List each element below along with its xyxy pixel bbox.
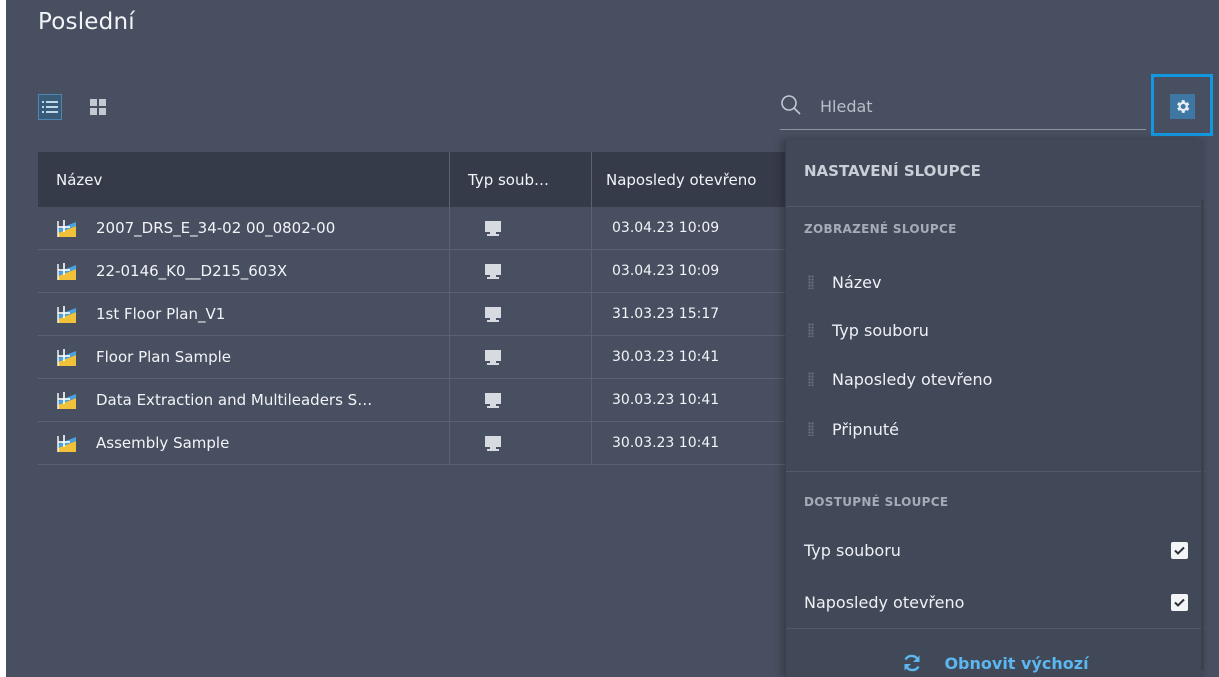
page-title: Poslední (38, 9, 135, 35)
grid-view-button[interactable] (86, 94, 110, 120)
computer-icon (485, 306, 501, 322)
drawing-file-icon (57, 392, 76, 409)
column-checkbox[interactable] (1171, 593, 1188, 611)
drag-handle-icon[interactable] (808, 275, 814, 289)
shown-column-label: Typ souboru (832, 320, 929, 340)
computer-icon (485, 220, 501, 236)
gear-icon (1177, 100, 1190, 113)
grid-view-icon (90, 99, 106, 115)
last-opened-cell: 03.04.23 10:09 (591, 249, 798, 293)
last-opened-cell: 30.03.23 10:41 (591, 378, 798, 422)
table-row[interactable]: Data Extraction and Multileaders S… 30.03… (38, 378, 798, 422)
drag-handle-icon[interactable] (808, 372, 814, 386)
search-input[interactable] (820, 94, 1120, 118)
shown-column-label: Připnuté (832, 419, 899, 439)
file-name[interactable]: Data Extraction and Multileaders S… (96, 391, 372, 409)
shown-column-item[interactable]: Název (808, 270, 881, 294)
refresh-icon (904, 654, 921, 672)
available-columns-label: DOSTUPNÉ SLOUPCE (804, 495, 949, 509)
file-type-cell (449, 292, 591, 336)
file-type-cell (449, 249, 591, 293)
table-row[interactable]: Floor Plan Sample 30.03.23 10:41 (38, 335, 798, 379)
computer-icon (485, 263, 501, 279)
shown-column-item[interactable]: Připnuté (808, 417, 899, 441)
shown-column-label: Název (832, 272, 882, 292)
last-opened-cell: 03.04.23 10:09 (591, 206, 798, 250)
file-name-cell: Floor Plan Sample (38, 336, 449, 379)
available-column-item[interactable]: Typ souboru (804, 537, 1188, 563)
divider (786, 628, 1205, 629)
reset-defaults-button[interactable]: Obnovit výchozí (786, 648, 1205, 677)
file-type-cell (449, 335, 591, 379)
divider (786, 471, 1205, 472)
list-view-button[interactable] (38, 94, 62, 120)
drag-handle-icon[interactable] (808, 422, 814, 436)
drawing-file-icon (57, 435, 76, 452)
drawing-file-icon (57, 263, 76, 280)
drawing-file-icon (57, 220, 76, 237)
column-header-type[interactable]: Typ soub… (449, 152, 591, 207)
table-row[interactable]: 22-0146_K0__D215_603X 03.04.23 10:09 (38, 249, 798, 293)
file-type-cell (449, 421, 591, 465)
file-name-cell: Assembly Sample (38, 422, 449, 465)
column-settings-button[interactable] (1170, 94, 1195, 119)
computer-icon (485, 392, 501, 408)
panel-scrollbar[interactable] (1201, 200, 1204, 670)
column-header-opened[interactable]: Naposledy otevřeno (591, 152, 798, 207)
file-name[interactable]: 2007_DRS_E_34-02 00_0802-00 (96, 219, 335, 237)
last-opened-cell: 30.03.23 10:41 (591, 335, 798, 379)
settings-highlight (1151, 74, 1213, 136)
table-body: 2007_DRS_E_34-02 00_0802-00 03.04.23 10:0… (38, 206, 798, 465)
available-column-item[interactable]: Naposledy otevřeno (804, 589, 1188, 615)
file-name-cell: 1st Floor Plan_V1 (38, 293, 449, 336)
checkmark-icon (1174, 546, 1185, 555)
drag-handle-icon[interactable] (808, 323, 814, 337)
table-header: Název Typ soub… Naposledy otevřeno (38, 152, 798, 207)
table-row[interactable]: 1st Floor Plan_V1 31.03.23 15:17 (38, 292, 798, 336)
column-settings-panel: NASTAVENÍ SLOUPCE ZOBRAZENÉ SLOUPCE Náze… (785, 140, 1205, 677)
file-name[interactable]: Floor Plan Sample (96, 348, 231, 366)
shown-column-item[interactable]: Typ souboru (808, 318, 929, 342)
last-opened-cell: 31.03.23 15:17 (591, 292, 798, 336)
file-name-cell: 2007_DRS_E_34-02 00_0802-00 (38, 207, 449, 250)
computer-icon (485, 435, 501, 451)
file-type-cell (449, 378, 591, 422)
table-row[interactable]: 2007_DRS_E_34-02 00_0802-00 03.04.23 10:0… (38, 206, 798, 250)
drawing-file-icon (57, 349, 76, 366)
divider (786, 206, 1205, 207)
column-checkbox[interactable] (1171, 541, 1188, 559)
column-header-name[interactable]: Název (38, 152, 449, 207)
panel-title: NASTAVENÍ SLOUPCE (804, 162, 981, 180)
recent-files-table: Název Typ soub… Naposledy otevřeno 2007_… (38, 152, 798, 465)
file-name-cell: 22-0146_K0__D215_603X (38, 250, 449, 293)
shown-column-label: Naposledy otevřeno (832, 369, 993, 389)
shown-columns-label: ZOBRAZENÉ SLOUPCE (804, 222, 957, 236)
recent-files-page: Poslední Název Typ soub… Napo (6, 0, 1219, 677)
last-opened-cell: 30.03.23 10:41 (591, 421, 798, 465)
shown-column-item[interactable]: Naposledy otevřeno (808, 367, 992, 391)
file-name[interactable]: 1st Floor Plan_V1 (96, 305, 225, 323)
file-name[interactable]: Assembly Sample (96, 434, 229, 452)
file-name-cell: Data Extraction and Multileaders S… (38, 379, 449, 422)
list-view-icon (42, 101, 58, 113)
search-icon (781, 95, 801, 115)
drawing-file-icon (57, 306, 76, 323)
reset-defaults-label: Obnovit výchozí (944, 653, 1089, 673)
available-column-label: Typ souboru (804, 540, 901, 560)
table-row[interactable]: Assembly Sample 30.03.23 10:41 (38, 421, 798, 465)
computer-icon (485, 349, 501, 365)
file-name[interactable]: 22-0146_K0__D215_603X (96, 262, 287, 280)
file-type-cell (449, 206, 591, 250)
checkmark-icon (1174, 598, 1185, 607)
search-box (780, 88, 1146, 130)
available-column-label: Naposledy otevřeno (804, 592, 965, 612)
